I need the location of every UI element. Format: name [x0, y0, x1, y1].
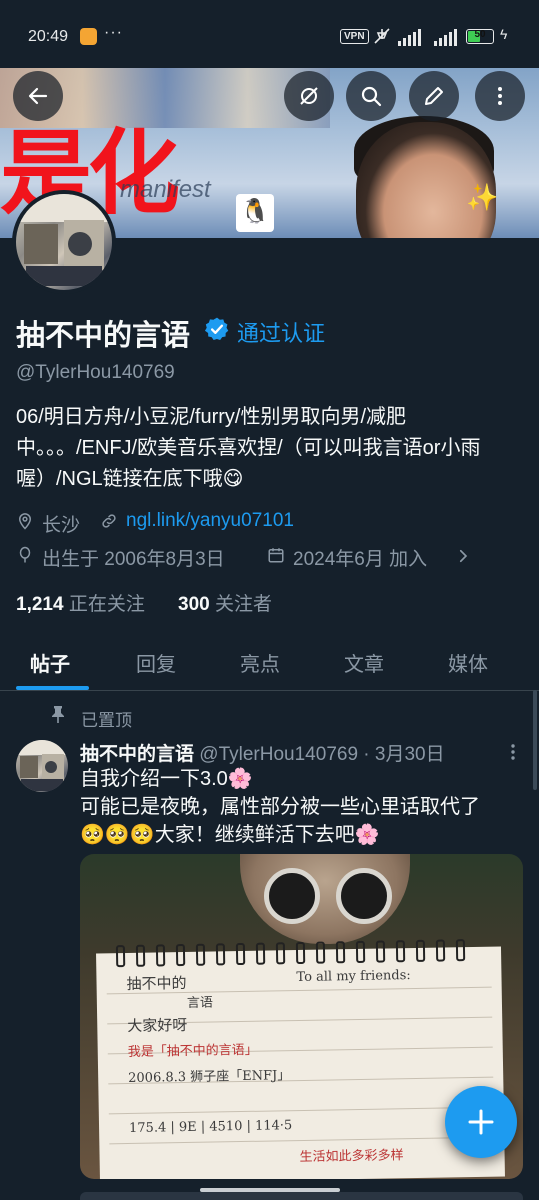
notebook-title: 抽不中的: [126, 973, 187, 994]
location-icon: [18, 513, 32, 530]
next-post-preview: [80, 1192, 523, 1200]
battery-icon: 50: [466, 29, 494, 44]
battery-level: 50: [474, 29, 486, 40]
following-count: 1,214: [16, 594, 64, 615]
notebook-line-c: 2006.8.3 狮子座「ENFJ」: [128, 1068, 291, 1087]
post-text: 自我介绍一下3.0🌸 可能已是夜晚，属性部分被一些心里话取代了 🥺🥺🥺大家！继续…: [80, 765, 530, 849]
following-label: 正在关注: [68, 594, 145, 615]
notebook-line-b: 我是「抽不中的言语」: [127, 1042, 258, 1061]
verified-badge-icon[interactable]: [204, 316, 230, 342]
search-icon: [361, 86, 382, 107]
post-author-handle[interactable]: @TylerHou140769: [199, 744, 358, 765]
link-icon: [102, 514, 116, 528]
plush-toy: [240, 854, 410, 944]
notebook-line-d: 175.4 | 9E | 4510 | 114·5: [128, 1118, 293, 1137]
mute-icon: [374, 28, 390, 44]
post-line-1: 自我介绍一下3.0🌸: [80, 768, 253, 790]
tab-media[interactable]: 媒体: [448, 648, 488, 677]
tab-replies[interactable]: 回复: [136, 648, 176, 677]
charging-icon: ϟ: [500, 26, 508, 42]
followers-link[interactable]: 300 关注者: [178, 589, 272, 616]
post-date[interactable]: 3月30日: [375, 744, 445, 765]
notebook-line-f: 生活如此多彩多样: [299, 1148, 404, 1166]
more-vertical-icon: [498, 87, 502, 105]
pinned-label: 已置顶: [81, 711, 132, 730]
grok-button[interactable]: [284, 71, 334, 121]
post-author-avatar[interactable]: [16, 740, 68, 792]
banner-portrait: [356, 122, 496, 238]
compose-button[interactable]: [445, 1086, 517, 1158]
more-notifications-icon: ···: [104, 24, 123, 41]
tab-articles[interactable]: 文章: [344, 648, 384, 677]
calendar-icon: [268, 548, 284, 563]
notebook-line-a: 大家好呀: [127, 1015, 188, 1036]
post-header: 抽不中的言语 @TylerHou140769 · 3月30日: [80, 739, 445, 766]
gesture-nav-bar[interactable]: [200, 1188, 340, 1192]
notification-app-icon: [80, 28, 97, 45]
post-author-name[interactable]: 抽不中的言语: [80, 744, 194, 765]
following-link[interactable]: 1,214 正在关注: [16, 589, 145, 616]
notebook-line-e: To all my friends:: [296, 968, 411, 986]
back-button[interactable]: [13, 71, 63, 121]
more-options-button[interactable]: [475, 71, 525, 121]
banner-caption: manifest: [120, 176, 211, 203]
followers-count: 300: [178, 594, 210, 615]
profile-name: 抽不中的言语: [16, 320, 191, 352]
avatar-image: [16, 740, 68, 791]
profile-handle: @TylerHou140769: [16, 362, 175, 383]
profile-location: 长沙: [42, 515, 81, 536]
notebook-subtitle: 言语: [186, 995, 214, 1011]
sparkle-icon: ✨: [466, 182, 499, 212]
profile-tabs: 帖子 回复 亮点 文章 媒体: [0, 636, 539, 691]
plush-eye-right: [336, 868, 392, 924]
verified-label[interactable]: 通过认证: [237, 316, 325, 348]
search-button[interactable]: [346, 71, 396, 121]
penguin-icon: 🐧: [236, 194, 274, 232]
pencil-icon: [425, 87, 443, 105]
vpn-icon: VPN: [340, 29, 369, 44]
scrollbar[interactable]: [533, 690, 537, 790]
post-line-2: 可能已是夜晚，属性部分被一些心里话取代了: [80, 796, 480, 818]
pin-icon: [52, 706, 64, 723]
post-line-3: 🥺🥺🥺大家！继续鲜活下去吧🌸: [80, 824, 380, 846]
grok-icon: [300, 87, 318, 105]
arrow-left-icon: [28, 87, 48, 105]
followers-label: 关注者: [214, 594, 272, 615]
profile-avatar[interactable]: [12, 190, 116, 294]
profile-joined: 2024年6月 加入: [293, 549, 428, 570]
profile-birth: 出生于 2006年8月3日: [42, 549, 225, 570]
post-more-icon[interactable]: [504, 742, 522, 762]
tab-posts[interactable]: 帖子: [30, 648, 70, 677]
status-time: 20:49: [28, 28, 69, 45]
avatar-image: [16, 194, 112, 286]
tab-highlights[interactable]: 亮点: [240, 648, 280, 677]
balloon-icon: [19, 546, 31, 563]
notebook: 抽不中的 言语 大家好呀 我是「抽不中的言语」 2006.8.3 狮子座「ENF…: [96, 939, 505, 1179]
profile-bio: 06/明日方舟/小豆泥/furry/性别男取向男/减肥中。。。/ENFJ/欧美音…: [16, 406, 481, 490]
edit-button[interactable]: [409, 71, 459, 121]
profile-link[interactable]: ngl.link/yanyu07101: [126, 510, 294, 532]
plush-eye-left: [264, 868, 320, 924]
chevron-right-icon[interactable]: [454, 547, 472, 565]
active-tab-indicator: [16, 686, 89, 690]
plus-icon: [468, 1109, 494, 1135]
post-separator: ·: [363, 744, 370, 765]
status-bar: 20:49 ··· VPN 50 ϟ: [0, 0, 539, 68]
